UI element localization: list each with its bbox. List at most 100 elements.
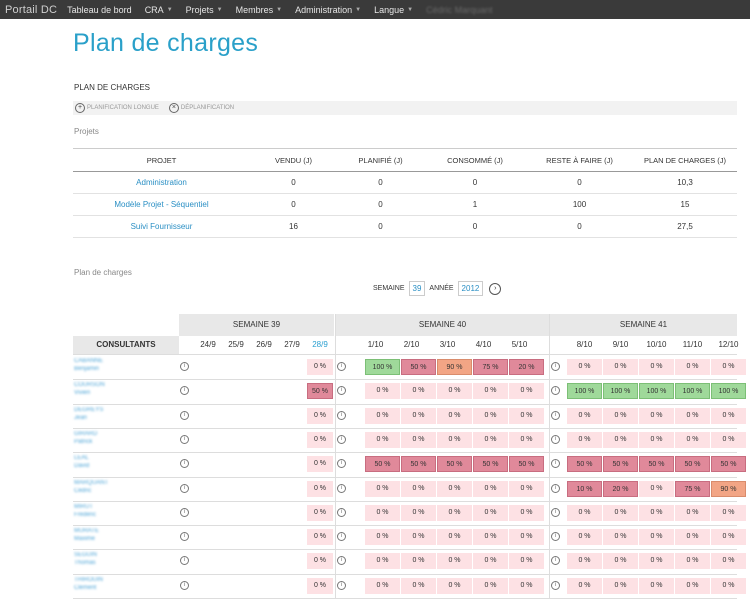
nav-user-menu[interactable]: Cédric Marquant [426,5,493,15]
consultant-firstname[interactable]: David [74,462,89,470]
info-icon[interactable]: i [180,532,189,542]
info-icon[interactable]: i [337,410,346,420]
info-icon[interactable]: i [337,386,346,396]
info-icon[interactable]: i [551,580,560,590]
charge-cell[interactable]: 20 % [603,480,638,497]
consultant-name[interactable]: LEAL [74,454,89,462]
info-icon[interactable]: i [337,556,346,566]
charge-cell[interactable]: 90 % [711,480,746,497]
info-icon[interactable]: i [180,483,189,493]
charge-cell[interactable]: 0 % [473,407,508,424]
info-icon[interactable]: i [551,483,560,493]
charge-cell[interactable]: 0 % [401,431,436,448]
charge-cell[interactable]: 0 % [509,577,544,594]
charge-cell[interactable]: 0 % [473,504,508,521]
consultant-firstname[interactable]: Clément [74,584,96,592]
info-icon[interactable]: i [551,362,560,371]
consultant-name[interactable]: SEGUIN [74,551,97,559]
charge-cell[interactable]: 0 % [401,480,436,497]
consultant-name[interactable]: THIROUIN [74,576,103,584]
project-link[interactable]: Suivi Fournisseur [73,215,250,238]
charge-cell[interactable]: 50 % [711,456,746,473]
nav-administration[interactable]: Administration ▼ [295,5,361,15]
charge-cell[interactable]: 0 % [603,529,638,546]
info-icon[interactable]: i [551,434,560,444]
charge-cell[interactable]: 50 % [675,456,710,473]
charge-cell[interactable]: 0 % [307,456,333,473]
charge-cell[interactable]: 0 % [509,407,544,424]
consultant-firstname[interactable]: Vivien [74,389,90,397]
consultant-firstname[interactable]: Jean [74,414,87,422]
info-icon[interactable]: i [337,459,346,469]
nav-cra[interactable]: CRA ▼ [145,5,173,15]
charge-cell[interactable]: 0 % [365,480,400,497]
charge-cell[interactable]: 0 % [509,383,544,400]
charge-cell[interactable]: 75 % [473,359,508,375]
charge-cell[interactable]: 0 % [307,577,333,594]
charge-cell[interactable]: 0 % [307,431,333,448]
charge-cell[interactable]: 0 % [639,529,674,546]
charge-cell[interactable]: 0 % [639,480,674,497]
charge-cell[interactable]: 0 % [437,407,472,424]
charge-cell[interactable]: 0 % [401,529,436,546]
consultant-name[interactable]: MARQUANT [74,479,108,487]
charge-cell[interactable]: 0 % [365,407,400,424]
charge-cell[interactable]: 0 % [473,431,508,448]
charge-cell[interactable]: 0 % [307,480,333,497]
nav-membres[interactable]: Membres ▼ [236,5,282,15]
charge-cell[interactable]: 0 % [711,577,746,594]
charge-cell[interactable]: 0 % [639,431,674,448]
charge-cell[interactable]: 0 % [675,431,710,448]
info-icon[interactable]: i [551,532,560,542]
consultant-name[interactable]: COURSON [74,381,105,389]
charge-cell[interactable]: 0 % [365,431,400,448]
charge-cell[interactable]: 0 % [473,480,508,497]
charge-cell[interactable]: 0 % [365,577,400,594]
charge-cell[interactable]: 0 % [567,577,602,594]
charge-cell[interactable]: 0 % [307,553,333,570]
charge-cell[interactable]: 0 % [711,359,746,375]
brand-logo[interactable]: Portail DC [0,4,67,16]
long-planning-button[interactable]: + PLANIFICATION LONGUE [73,103,159,113]
charge-cell[interactable]: 0 % [639,553,674,570]
charge-cell[interactable]: 0 % [567,407,602,424]
charge-cell[interactable]: 0 % [437,383,472,400]
info-icon[interactable]: i [180,362,189,371]
consultant-firstname[interactable]: Frédéric [74,511,96,519]
charge-cell[interactable]: 0 % [509,529,544,546]
charge-cell[interactable]: 0 % [401,407,436,424]
charge-cell[interactable]: 0 % [365,383,400,400]
info-icon[interactable]: i [337,483,346,493]
week-input[interactable]: 39 [408,281,426,296]
charge-cell[interactable]: 0 % [401,553,436,570]
charge-cell[interactable]: 0 % [603,359,638,375]
consultant-firstname[interactable]: Patrick [74,438,92,446]
charge-cell[interactable]: 0 % [401,577,436,594]
nav-langue[interactable]: Langue ▼ [374,5,413,15]
charge-cell[interactable]: 0 % [509,553,544,570]
charge-cell[interactable]: 90 % [437,359,472,375]
charge-cell[interactable]: 0 % [639,504,674,521]
charge-cell[interactable]: 0 % [437,480,472,497]
charge-cell[interactable]: 0 % [639,577,674,594]
info-icon[interactable]: i [180,410,189,420]
charge-cell[interactable]: 0 % [473,383,508,400]
info-icon[interactable]: i [551,410,560,420]
charge-cell[interactable]: 0 % [437,504,472,521]
charge-cell[interactable]: 0 % [603,577,638,594]
year-input[interactable]: 2012 [457,281,484,296]
charge-cell[interactable]: 0 % [401,504,436,521]
info-icon[interactable]: i [551,386,560,396]
unplan-button[interactable]: × DÉPLANIFICATION [167,103,234,113]
charge-cell[interactable]: 0 % [509,480,544,497]
charge-cell[interactable]: 0 % [711,407,746,424]
info-icon[interactable]: i [551,556,560,566]
charge-cell[interactable]: 50 % [437,456,472,473]
charge-cell[interactable]: 0 % [603,553,638,570]
consultant-firstname[interactable]: Benjamin [74,365,99,373]
charge-cell[interactable]: 0 % [711,431,746,448]
info-icon[interactable]: i [180,580,189,590]
charge-cell[interactable]: 100 % [567,383,602,400]
info-icon[interactable]: i [551,507,560,517]
charge-cell[interactable]: 0 % [675,553,710,570]
